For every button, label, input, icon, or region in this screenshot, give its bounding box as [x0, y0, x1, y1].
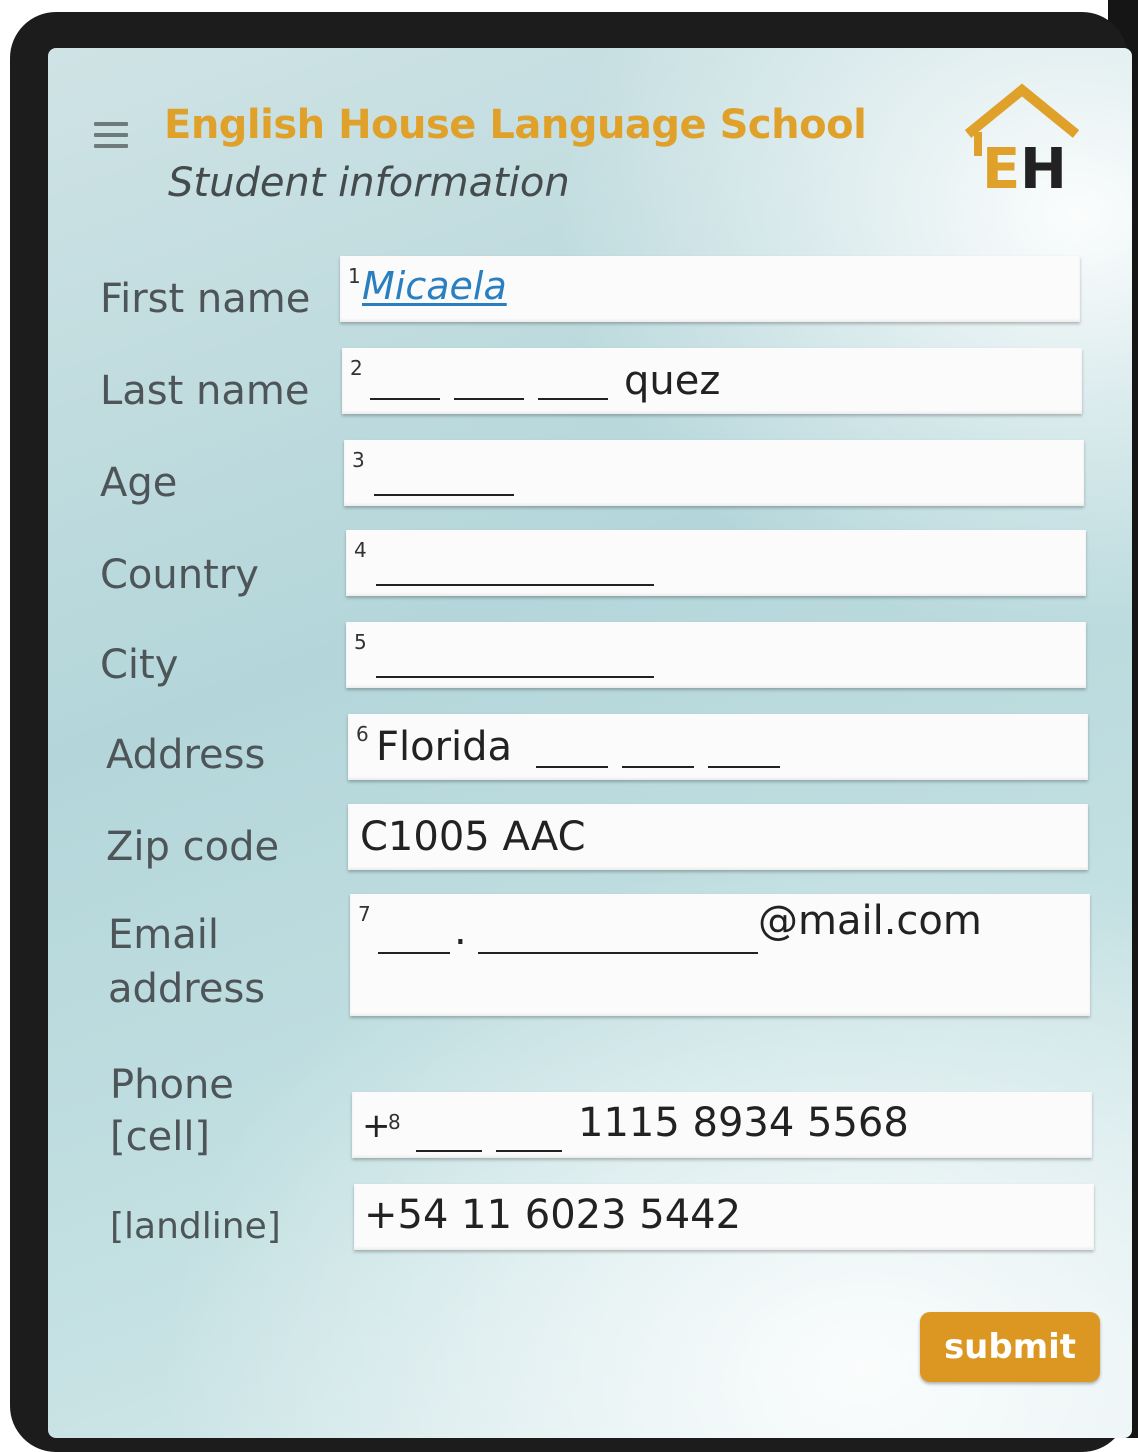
country-label: Country	[100, 552, 259, 598]
landline-value: +54 11 6023 5442	[364, 1192, 742, 1238]
code-blank	[496, 1150, 562, 1152]
tablet-frame: English House Language School Student in…	[10, 12, 1132, 1452]
last-name-label: Last name	[100, 368, 310, 414]
question-number: 4	[354, 538, 367, 562]
landline-field[interactable]: +54 11 6023 5442	[354, 1184, 1094, 1250]
first-name-value: Micaela	[362, 264, 507, 308]
address-prefix: Florida	[376, 724, 513, 770]
number-blank	[536, 766, 608, 768]
number-blank	[708, 766, 780, 768]
email-field[interactable]: 7 . @mail.com	[350, 894, 1090, 1016]
email-label-line2: address	[108, 966, 266, 1012]
answer-blank	[376, 676, 654, 678]
answer-blank	[376, 584, 654, 586]
question-number: 8	[388, 1110, 401, 1134]
city-field[interactable]: 5	[346, 622, 1086, 688]
zip-code-label: Zip code	[106, 824, 280, 870]
app-title: English House Language School	[164, 102, 867, 148]
question-number: 6	[356, 722, 369, 746]
house-logo-icon: E H	[960, 80, 1084, 202]
age-field[interactable]: 3	[344, 440, 1084, 506]
question-number: 7	[358, 902, 371, 926]
letter-blank	[370, 398, 440, 400]
name-blank	[378, 952, 450, 954]
code-blank	[416, 1150, 482, 1152]
question-number: 5	[354, 630, 367, 654]
address-field[interactable]: 6 Florida	[348, 714, 1088, 780]
country-field[interactable]: 4	[346, 530, 1086, 596]
cell-phone-field[interactable]: + 8 1115 8934 5568	[352, 1092, 1092, 1158]
cell-value: 1115 8934 5568	[578, 1100, 909, 1146]
zip-code-field[interactable]: C1005 AAC	[348, 804, 1088, 870]
email-domain: @mail.com	[758, 898, 982, 944]
surname-blank	[478, 952, 758, 954]
page-subtitle: Student information	[168, 160, 570, 206]
question-number: 1	[348, 264, 361, 288]
screen: English House Language School Student in…	[48, 48, 1132, 1438]
zip-code-value: C1005 AAC	[360, 814, 586, 860]
city-label: City	[100, 642, 179, 688]
first-name-label: First name	[100, 276, 311, 322]
svg-text:H: H	[1020, 137, 1067, 198]
letter-blank	[538, 398, 608, 400]
letter-blank	[454, 398, 524, 400]
first-name-field[interactable]: 1 Micaela	[340, 256, 1080, 322]
email-label-line1: Email	[108, 912, 219, 958]
cell-label: [cell]	[110, 1114, 211, 1160]
email-dot: .	[454, 908, 467, 954]
cell-prefix: +	[362, 1106, 391, 1146]
question-number: 3	[352, 448, 365, 472]
age-label: Age	[100, 460, 178, 506]
last-name-suffix: quez	[624, 358, 721, 404]
number-blank	[622, 766, 694, 768]
submit-button[interactable]: submit	[920, 1312, 1100, 1382]
last-name-field[interactable]: 2 quez	[342, 348, 1082, 414]
address-label: Address	[106, 732, 266, 778]
question-number: 2	[350, 356, 363, 380]
svg-text:E: E	[982, 137, 1020, 198]
hamburger-menu-icon[interactable]	[94, 122, 128, 150]
phone-label: Phone	[110, 1062, 234, 1108]
landline-label: [landline]	[110, 1206, 281, 1247]
answer-blank	[374, 494, 514, 496]
